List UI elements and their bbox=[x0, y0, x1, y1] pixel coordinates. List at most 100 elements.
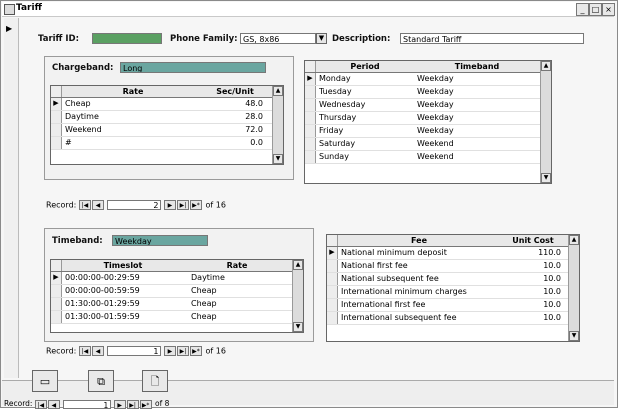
next-record-icon[interactable]: ▶ bbox=[163, 200, 176, 210]
phone-family-dropdown-icon[interactable]: ▼ bbox=[316, 33, 327, 44]
timeband-record-navigator: Record: |◀ ◀ 1 ▶ ▶| ▶* of 16 bbox=[46, 346, 226, 356]
scroll-down-icon[interactable]: ▼ bbox=[541, 173, 551, 183]
form-view-icon[interactable]: ▭ bbox=[32, 370, 58, 392]
timeslot-row[interactable]: 01:30:00-01:59:59 Cheap bbox=[51, 311, 303, 324]
rate-row[interactable]: # 0.0 bbox=[51, 137, 283, 150]
period-row[interactable]: Tuesday Weekday bbox=[305, 86, 551, 99]
period-row[interactable]: ▶ Monday Weekday bbox=[305, 73, 551, 86]
unit-cost-column-header[interactable]: Unit Cost bbox=[501, 235, 565, 246]
rate-column-header[interactable]: Rate bbox=[185, 260, 289, 271]
new-record-icon[interactable]: ▶* bbox=[139, 399, 152, 409]
record-count: of 8 bbox=[155, 399, 170, 408]
scroll-up-icon[interactable]: ▲ bbox=[541, 61, 551, 71]
previous-record-icon[interactable]: ◀ bbox=[91, 346, 104, 356]
rate-row[interactable]: Daytime 28.0 bbox=[51, 111, 283, 124]
next-record-icon[interactable]: ▶ bbox=[113, 399, 126, 409]
phone-family-select[interactable]: GS, 8x86 bbox=[240, 33, 316, 44]
phone-family-label: Phone Family: bbox=[170, 34, 238, 44]
scroll-down-icon[interactable]: ▼ bbox=[569, 331, 579, 341]
last-record-icon[interactable]: ▶| bbox=[176, 346, 189, 356]
description-field[interactable]: Standard Tariff bbox=[400, 33, 584, 44]
timeband-label: Timeband: bbox=[52, 236, 103, 246]
record-label: Record: bbox=[46, 346, 77, 356]
previous-record-icon[interactable]: ◀ bbox=[47, 399, 60, 409]
row-selector-arrow-icon[interactable]: ▶ bbox=[51, 98, 62, 110]
timeslot-row[interactable]: 00:00:00-00:59:59 Cheap bbox=[51, 285, 303, 298]
timeband-column-header[interactable]: Timeband bbox=[415, 61, 539, 72]
sec-unit-column-header[interactable]: Sec/Unit bbox=[205, 86, 265, 97]
minimize-button[interactable]: _ bbox=[576, 3, 589, 16]
period-row[interactable]: Friday Weekday bbox=[305, 125, 551, 138]
rate-row[interactable]: ▶ Cheap 48.0 bbox=[51, 98, 283, 111]
scroll-up-icon[interactable]: ▲ bbox=[569, 235, 579, 245]
chargeband-record-navigator: Record: |◀ ◀ 2 ▶ ▶| ▶* of 16 bbox=[46, 200, 226, 210]
rate-column-header[interactable]: Rate bbox=[63, 86, 203, 97]
record-number-input[interactable]: 2 bbox=[107, 200, 162, 210]
period-grid-header: Period Timeband bbox=[305, 61, 551, 73]
relationships-icon[interactable]: ⧉ bbox=[88, 370, 114, 392]
scroll-up-icon[interactable]: ▲ bbox=[273, 86, 283, 96]
report-preview-icon[interactable]: 🗋 bbox=[142, 370, 168, 392]
previous-record-icon[interactable]: ◀ bbox=[91, 200, 104, 210]
rate-grid-header: Rate Sec/Unit bbox=[51, 86, 283, 98]
window-title: Tariff bbox=[16, 3, 42, 13]
new-record-icon[interactable]: ▶* bbox=[189, 200, 202, 210]
fee-grid-header: Fee Unit Cost bbox=[327, 235, 579, 247]
rate-grid-scrollbar[interactable]: ▲ ▼ bbox=[272, 86, 283, 164]
fee-grid-scrollbar[interactable]: ▲ ▼ bbox=[568, 235, 579, 341]
period-row[interactable]: Thursday Weekday bbox=[305, 112, 551, 125]
current-record-arrow-icon: ▶ bbox=[6, 24, 13, 33]
first-record-icon[interactable]: |◀ bbox=[78, 346, 91, 356]
first-record-icon[interactable]: |◀ bbox=[78, 200, 91, 210]
fee-column-header[interactable]: Fee bbox=[339, 235, 499, 246]
timeslot-row[interactable]: 01:30:00-01:29:59 Cheap bbox=[51, 298, 303, 311]
timeslot-row[interactable]: ▶ 00:00:00-00:29:59 Daytime bbox=[51, 272, 303, 285]
fee-row[interactable]: ▶ National minimum deposit 110.0 bbox=[327, 247, 579, 260]
record-label: Record: bbox=[46, 200, 77, 210]
timeslot-column-header[interactable]: Timeslot bbox=[63, 260, 183, 271]
record-count: of 16 bbox=[205, 346, 226, 356]
row-selector-arrow-icon[interactable]: ▶ bbox=[305, 73, 316, 85]
scroll-up-icon[interactable]: ▲ bbox=[293, 260, 303, 270]
chargeband-label: Chargeband: bbox=[52, 63, 114, 73]
row-selector-arrow-icon[interactable]: ▶ bbox=[51, 272, 62, 284]
period-row[interactable]: Sunday Weekend bbox=[305, 151, 551, 164]
scroll-down-icon[interactable]: ▼ bbox=[293, 322, 303, 332]
first-record-icon[interactable]: |◀ bbox=[34, 399, 47, 409]
record-number-input[interactable]: 1 bbox=[107, 346, 162, 356]
row-selector-arrow-icon[interactable]: ▶ bbox=[327, 247, 338, 259]
maximize-button[interactable]: □ bbox=[589, 3, 602, 16]
tariff-id-field[interactable] bbox=[92, 33, 162, 44]
fee-row[interactable]: International subsequent fee 10.0 bbox=[327, 312, 579, 325]
window-system-icon[interactable] bbox=[4, 4, 15, 15]
fee-row[interactable]: International minimum charges 10.0 bbox=[327, 286, 579, 299]
description-label: Description: bbox=[332, 34, 391, 44]
rate-grid: Rate Sec/Unit ▶ Cheap 48.0 Daytime 28.0 … bbox=[50, 85, 284, 165]
record-count: of 16 bbox=[205, 200, 226, 210]
period-row[interactable]: Saturday Weekend bbox=[305, 138, 551, 151]
period-row[interactable]: Wednesday Weekday bbox=[305, 99, 551, 112]
timeband-field[interactable]: Weekday bbox=[112, 235, 208, 246]
fee-row[interactable]: National subsequent fee 10.0 bbox=[327, 273, 579, 286]
fee-row[interactable]: National first fee 10.0 bbox=[327, 260, 579, 273]
record-number-input[interactable]: 1 bbox=[63, 399, 112, 410]
rate-row[interactable]: Weekend 72.0 bbox=[51, 124, 283, 137]
close-button[interactable]: × bbox=[602, 3, 615, 16]
fee-row[interactable]: International first fee 10.0 bbox=[327, 299, 579, 312]
last-record-icon[interactable]: ▶| bbox=[176, 200, 189, 210]
new-record-icon[interactable]: ▶* bbox=[189, 346, 202, 356]
main-record-navigator: Record: |◀ ◀ 1 ▶ ▶| ▶* of 8 bbox=[4, 399, 170, 410]
record-label: Record: bbox=[4, 399, 33, 408]
chargeband-field[interactable]: Long bbox=[120, 62, 266, 73]
timeslot-grid: Timeslot Rate ▶ 00:00:00-00:29:59 Daytim… bbox=[50, 259, 304, 333]
fee-grid: Fee Unit Cost ▶ National minimum deposit… bbox=[326, 234, 580, 342]
timeslot-grid-scrollbar[interactable]: ▲ ▼ bbox=[292, 260, 303, 332]
period-grid: Period Timeband ▶ Monday Weekday Tuesday… bbox=[304, 60, 552, 184]
last-record-icon[interactable]: ▶| bbox=[126, 399, 139, 409]
period-grid-scrollbar[interactable]: ▲ ▼ bbox=[540, 61, 551, 183]
timeslot-grid-header: Timeslot Rate bbox=[51, 260, 303, 272]
period-column-header[interactable]: Period bbox=[317, 61, 413, 72]
scroll-down-icon[interactable]: ▼ bbox=[273, 154, 283, 164]
next-record-icon[interactable]: ▶ bbox=[163, 346, 176, 356]
tariff-id-label: Tariff ID: bbox=[38, 34, 80, 44]
